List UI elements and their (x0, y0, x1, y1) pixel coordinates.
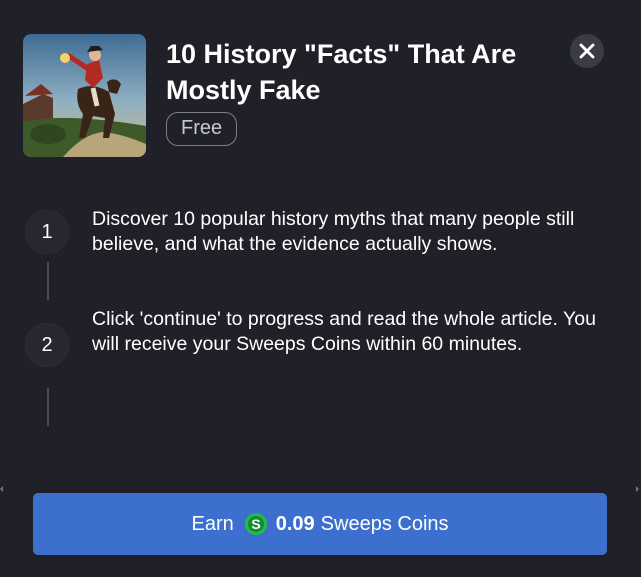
earn-button[interactable]: Earn S 0.09 Sweeps Coins (33, 493, 607, 555)
coin-unit: Sweeps Coins (320, 512, 449, 535)
earn-label: Earn (191, 512, 234, 535)
scroll-left-icon (0, 486, 3, 492)
step-connector (47, 388, 49, 426)
scroll-right-icon (636, 486, 639, 492)
sweeps-coin-icon: S (244, 513, 267, 535)
close-icon (579, 43, 595, 59)
step-text-1: Discover 10 popular history myths that m… (92, 208, 575, 255)
svg-text:S: S (251, 516, 260, 532)
offer-modal: 10 History "Facts" That Are Mostly Fake … (0, 0, 641, 577)
step-number-1: 1 (25, 210, 69, 254)
step-text-2: Click 'continue' to progress and read th… (92, 308, 596, 355)
offer-thumbnail (23, 34, 146, 157)
step-number-2: 2 (25, 323, 69, 367)
close-button[interactable] (570, 34, 604, 68)
offer-title: 10 History "Facts" That Are Mostly Fake (166, 39, 517, 105)
coin-amount: 0.09 (275, 512, 315, 535)
price-badge: Free (166, 112, 238, 146)
step-connector (47, 262, 49, 300)
